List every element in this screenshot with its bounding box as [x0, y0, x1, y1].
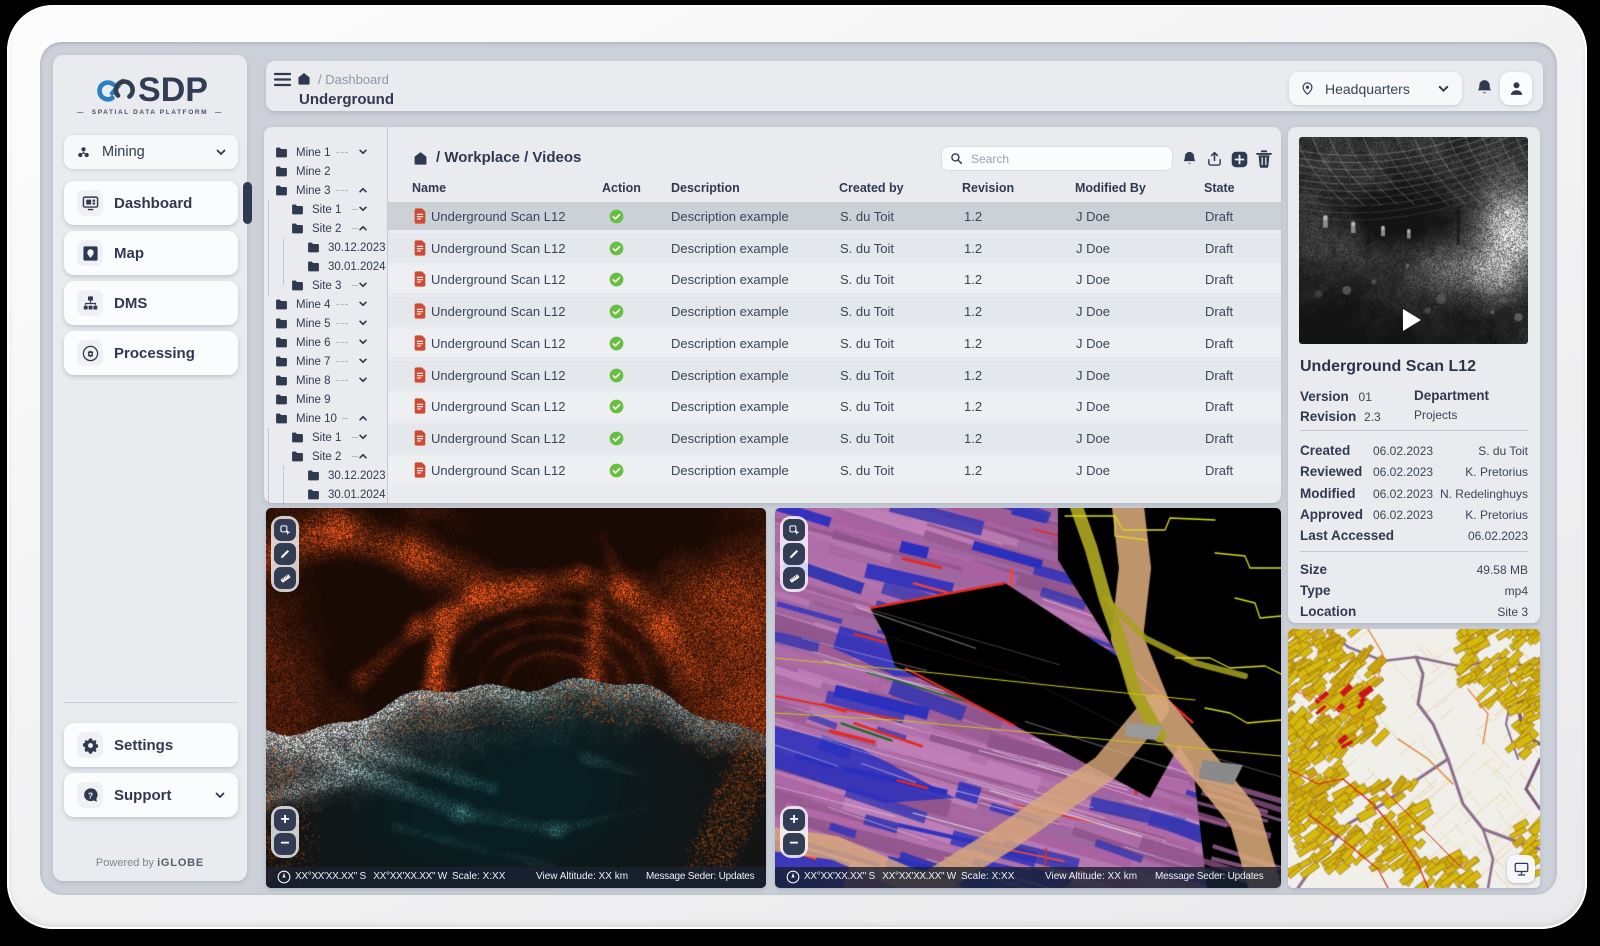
svg-text:?: ? [87, 790, 92, 800]
